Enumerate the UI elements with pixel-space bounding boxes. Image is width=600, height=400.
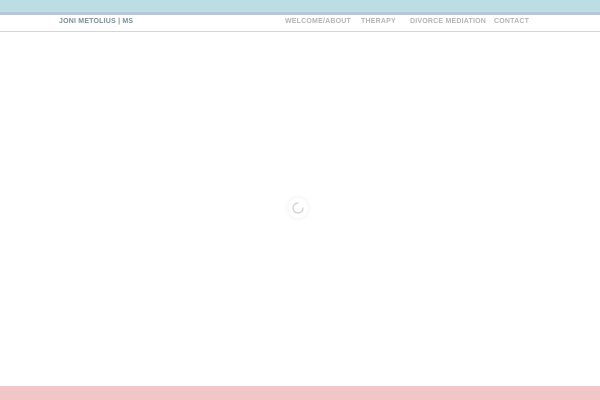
nav-link-therapy[interactable]: THERAPY (361, 18, 396, 25)
footer-color-band (0, 386, 600, 400)
top-navigation-bar: JONI METOLIUS | MS WELCOME/ABOUT THERAPY… (0, 15, 600, 32)
top-color-stripe (0, 0, 600, 12)
site-brand-link[interactable]: JONI METOLIUS | MS (59, 18, 133, 25)
nav-link-welcome-about[interactable]: WELCOME/ABOUT (285, 18, 351, 25)
loading-spinner (288, 198, 308, 218)
nav-link-divorce-mediation[interactable]: DIVORCE MEDIATION (410, 18, 486, 25)
page: JONI METOLIUS | MS WELCOME/ABOUT THERAPY… (0, 0, 600, 400)
spinner-icon (292, 202, 304, 214)
nav-link-contact[interactable]: CONTACT (494, 18, 529, 25)
